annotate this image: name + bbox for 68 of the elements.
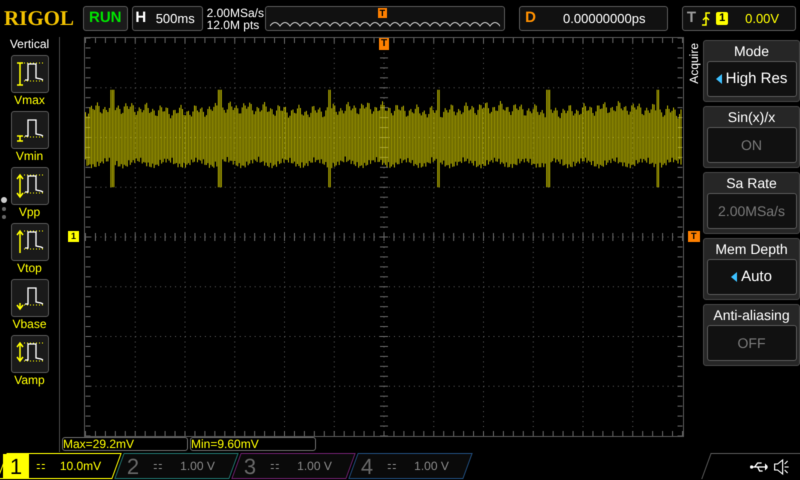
measure-label: Vtop [17, 261, 42, 276]
softkey-value: Auto [706, 259, 796, 295]
horizontal-label: H [134, 8, 148, 28]
delay-value: 0.00000000ps [562, 10, 646, 28]
trigger-position-marker: T [378, 8, 388, 18]
overview-wave-icon [270, 19, 500, 28]
softkey-value: OFF [706, 325, 796, 361]
measure-button[interactable] [10, 111, 48, 149]
softkey-value: High Res [706, 61, 796, 97]
softkey-label: Sa Rate [726, 174, 777, 193]
option-arrow-icon [716, 74, 722, 84]
menu-title: Vertical [10, 37, 50, 52]
softkey-label: Anti-aliasing [713, 306, 790, 325]
dc-coupling-icon [388, 464, 396, 468]
dc-coupling-icon [154, 464, 162, 468]
channel-scale: 1.00 V [413, 458, 450, 475]
dc-coupling-icon [37, 464, 45, 468]
measurement-readout: Min=9.60mV [190, 437, 316, 451]
softkey-value: 2.00MSa/s [706, 193, 796, 229]
measure-label: Vmax [14, 93, 45, 108]
rising-edge-icon [701, 12, 712, 26]
menu-softkey[interactable]: Mem Depth Auto [703, 238, 800, 300]
softkey-value: ON [706, 127, 796, 163]
channel-tab[interactable]: 2 1.00 V [114, 453, 239, 479]
option-arrow-icon [731, 272, 738, 282]
run-status[interactable]: RUN [82, 6, 128, 31]
horizontal-scale[interactable]: H 500ms [132, 6, 203, 31]
channel-number: 3 [242, 454, 258, 478]
softkey-label: Mode [734, 42, 770, 61]
measurement-readout: Max=29.2mV [62, 437, 188, 451]
measure-button[interactable] [10, 279, 48, 317]
menu-softkey[interactable]: Mode High Res [703, 40, 800, 102]
trigger-level: 0.00V [744, 10, 780, 28]
trigger-label: T [686, 8, 696, 28]
softkey-label: Mem Depth [715, 240, 788, 259]
delay-label: D [524, 8, 538, 28]
measure-label: Vpp [18, 205, 40, 220]
measure-button[interactable] [10, 335, 48, 373]
channel-scale: 1.00 V [179, 458, 216, 475]
brand-logo: RIGOL [4, 4, 76, 32]
trigger-position-marker: T [379, 38, 390, 50]
trigger-source: 1 [716, 12, 728, 25]
delay-display[interactable]: D 0.00000000ps [518, 6, 668, 31]
channel-scale: 10.0mV [58, 458, 102, 475]
channel-scale: 1.00 V [296, 458, 333, 475]
dc-coupling-icon [271, 464, 279, 468]
channel-tab[interactable]: 1 10.0mV [0, 453, 122, 479]
measure-button[interactable] [10, 167, 48, 205]
timebase-value: 500ms [154, 10, 196, 28]
channel-tab[interactable]: 3 1.00 V [231, 453, 356, 479]
memory-points: 12.0M pts [206, 18, 260, 30]
channel-marker: 1 [68, 231, 80, 242]
menu-tab-title: Acquire [687, 43, 701, 84]
speaker-icon [774, 458, 790, 474]
channel-number: 1 [3, 454, 29, 478]
usb-icon [750, 462, 768, 472]
measure-label: Vbase [12, 317, 47, 332]
channel-number: 4 [360, 454, 374, 478]
trigger-display[interactable]: T 1 0.00V [682, 6, 796, 31]
softkey-label: Sin(x)/x [728, 108, 776, 127]
measure-label: Vmin [16, 149, 44, 164]
channel-number: 2 [126, 454, 140, 478]
measure-button[interactable] [10, 223, 48, 261]
measure-label: Vamp [14, 373, 45, 388]
channel-tab[interactable]: 4 1.00 V [348, 453, 473, 479]
sample-rate: 2.00MSa/s [206, 6, 261, 18]
measure-button[interactable] [10, 55, 48, 93]
trigger-level-marker: T [688, 231, 700, 242]
